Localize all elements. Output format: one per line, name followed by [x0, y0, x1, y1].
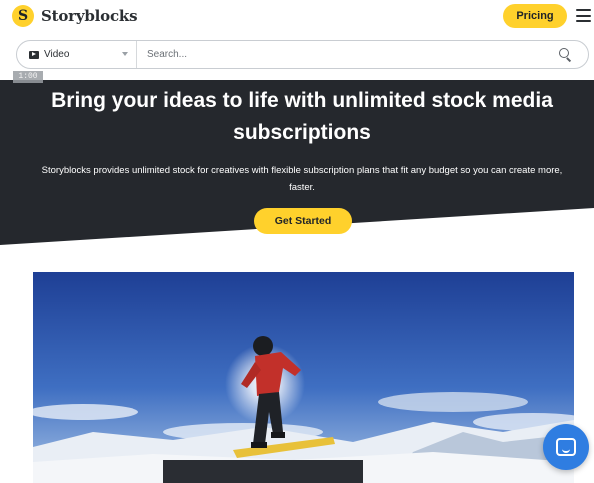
search-input[interactable] — [137, 41, 554, 68]
site-header: S Storyblocks Pricing — [0, 0, 594, 34]
video-icon — [29, 50, 39, 59]
menu-line — [576, 9, 591, 11]
hamburger-icon[interactable] — [576, 9, 591, 22]
hero-title: Bring your ideas to life with unlimited … — [51, 89, 553, 144]
get-started-button[interactable]: Get Started — [254, 208, 352, 234]
search-bar: Video — [16, 40, 589, 69]
media-type-label: Video — [44, 49, 70, 60]
hero-subtitle: Storyblocks provides unlimited stock for… — [41, 165, 563, 193]
logo-icon: S — [12, 5, 34, 27]
chat-icon — [556, 438, 576, 456]
snowboarder-illustration — [33, 272, 574, 483]
chevron-down-icon — [122, 52, 128, 56]
media-type-select[interactable]: Video — [17, 41, 137, 68]
pricing-button[interactable]: Pricing — [503, 4, 567, 28]
snowboarder-image — [33, 272, 574, 483]
video-timer-badge: 1:00 — [13, 71, 43, 83]
brand-name: Storyblocks — [41, 7, 138, 25]
brand-logo[interactable]: S Storyblocks — [12, 5, 138, 27]
menu-line — [576, 20, 591, 22]
search-icon[interactable] — [554, 44, 576, 66]
menu-line — [576, 14, 591, 17]
chat-button[interactable] — [543, 424, 589, 470]
